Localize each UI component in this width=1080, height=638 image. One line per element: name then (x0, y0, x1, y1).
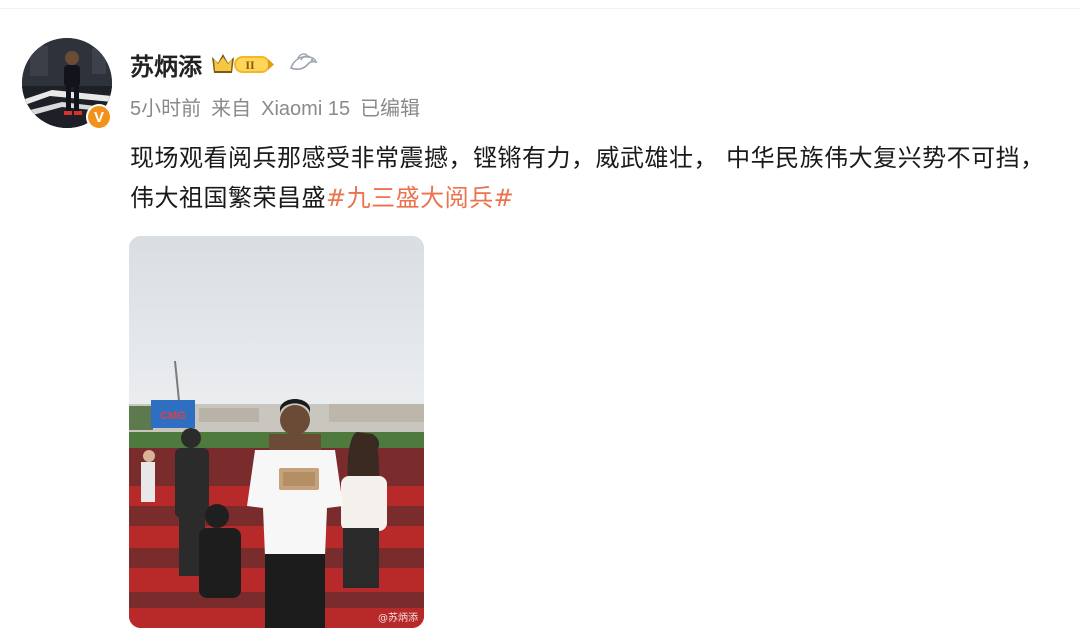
post-image[interactable]: CMG @苏炳添 (129, 236, 424, 628)
post-meta: 5小时前 来自 Xiaomi 15 已编辑 (130, 92, 430, 121)
post-time[interactable]: 5小时前 (130, 98, 201, 120)
source-prefix: 来自 (211, 98, 252, 120)
user-header: 苏炳添 II (130, 44, 318, 84)
crown-level-badge-icon[interactable]: II (210, 51, 276, 77)
post-text: 现场观看阅兵那感受非常震撼，铿锵有力，威武雄壮， 中华民族伟大复兴势不可挡，伟大… (130, 144, 1045, 212)
hashtag-link[interactable]: #九三盛大阅兵# (326, 184, 514, 212)
edited-label[interactable]: 已编辑 (360, 98, 420, 120)
bird-icon[interactable] (288, 52, 318, 76)
verified-v-icon: V (86, 104, 112, 130)
top-divider (0, 8, 1080, 9)
image-watermark: @苏炳添 (378, 613, 418, 624)
screen-text: CMG (160, 410, 186, 422)
source-device[interactable]: Xiaomi 15 (261, 98, 350, 120)
post-body: 现场观看阅兵那感受非常震撼，铿锵有力，威武雄壮， 中华民族伟大复兴势不可挡，伟大… (130, 138, 1065, 218)
level-text: II (245, 58, 255, 72)
username[interactable]: 苏炳添 (130, 47, 202, 82)
